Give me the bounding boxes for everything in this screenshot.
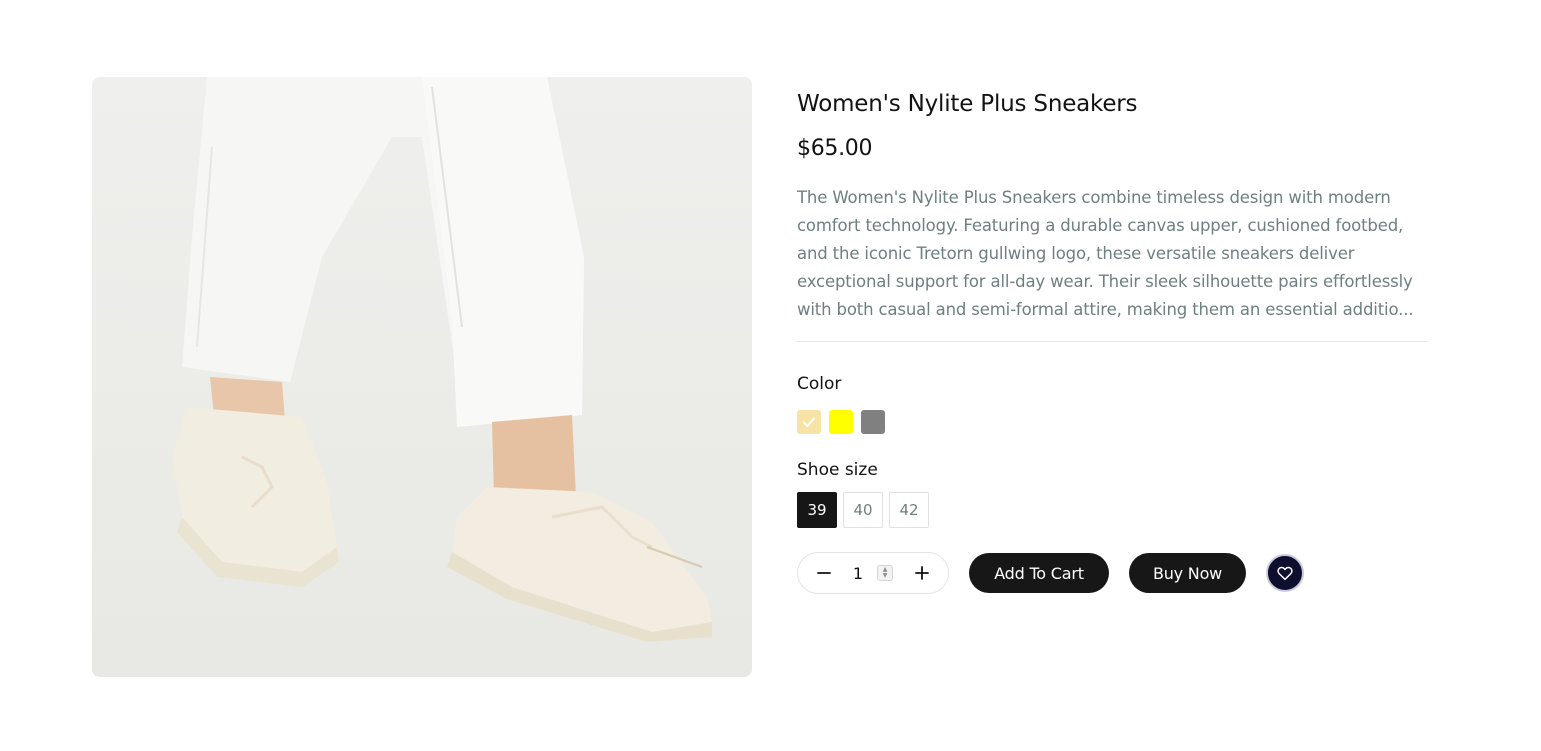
color-swatch-cream[interactable]: [797, 410, 821, 434]
heart-icon: [1277, 566, 1293, 581]
add-to-cart-button[interactable]: Add To Cart: [969, 553, 1109, 593]
check-icon: [803, 417, 815, 427]
minus-icon: [817, 572, 831, 574]
description-line: comfort technology. Featuring a durable …: [797, 216, 1404, 235]
product-title: Women's Nylite Plus Sneakers: [797, 91, 1138, 117]
quantity-value: 1: [852, 563, 864, 583]
product-price: $65.00: [797, 136, 873, 161]
size-option-40[interactable]: 40: [843, 492, 883, 528]
product-photo: [92, 77, 752, 677]
quantity-stepper: 1 ▲ ▼: [797, 552, 949, 594]
product-details: Women's Nylite Plus Sneakers $65.00 The …: [797, 88, 1427, 594]
wishlist-button[interactable]: [1266, 554, 1304, 592]
buy-now-button[interactable]: Buy Now: [1129, 553, 1246, 593]
quantity-input[interactable]: 1 ▲ ▼: [852, 563, 894, 583]
purchase-actions: 1 ▲ ▼ Add To Cart Buy Now: [797, 552, 1427, 594]
increase-quantity-button[interactable]: [912, 563, 932, 583]
plus-icon: [915, 566, 929, 580]
description-line: exceptional support for all-day wear. Th…: [797, 272, 1413, 291]
decrease-quantity-button[interactable]: [814, 563, 834, 583]
color-swatch-yellow[interactable]: [829, 410, 853, 434]
description-line: The Women's Nylite Plus Sneakers combine…: [797, 188, 1391, 207]
description-line: and the iconic Tretorn gullwing logo, th…: [797, 244, 1355, 263]
spinner-icon[interactable]: ▲ ▼: [877, 565, 894, 581]
color-label: Color: [797, 374, 842, 394]
description-line: with both casual and semi-formal attire,…: [797, 300, 1414, 319]
size-option-42[interactable]: 42: [889, 492, 929, 528]
shoe-size-label: Shoe size: [797, 460, 878, 480]
color-swatch-gray[interactable]: [861, 410, 885, 434]
divider: [797, 341, 1427, 342]
size-options: 39 40 42: [797, 492, 1427, 528]
product-description: The Women's Nylite Plus Sneakers combine…: [797, 184, 1427, 324]
color-swatches: [797, 410, 1427, 434]
product-image: [92, 77, 752, 677]
size-option-39[interactable]: 39: [797, 492, 837, 528]
